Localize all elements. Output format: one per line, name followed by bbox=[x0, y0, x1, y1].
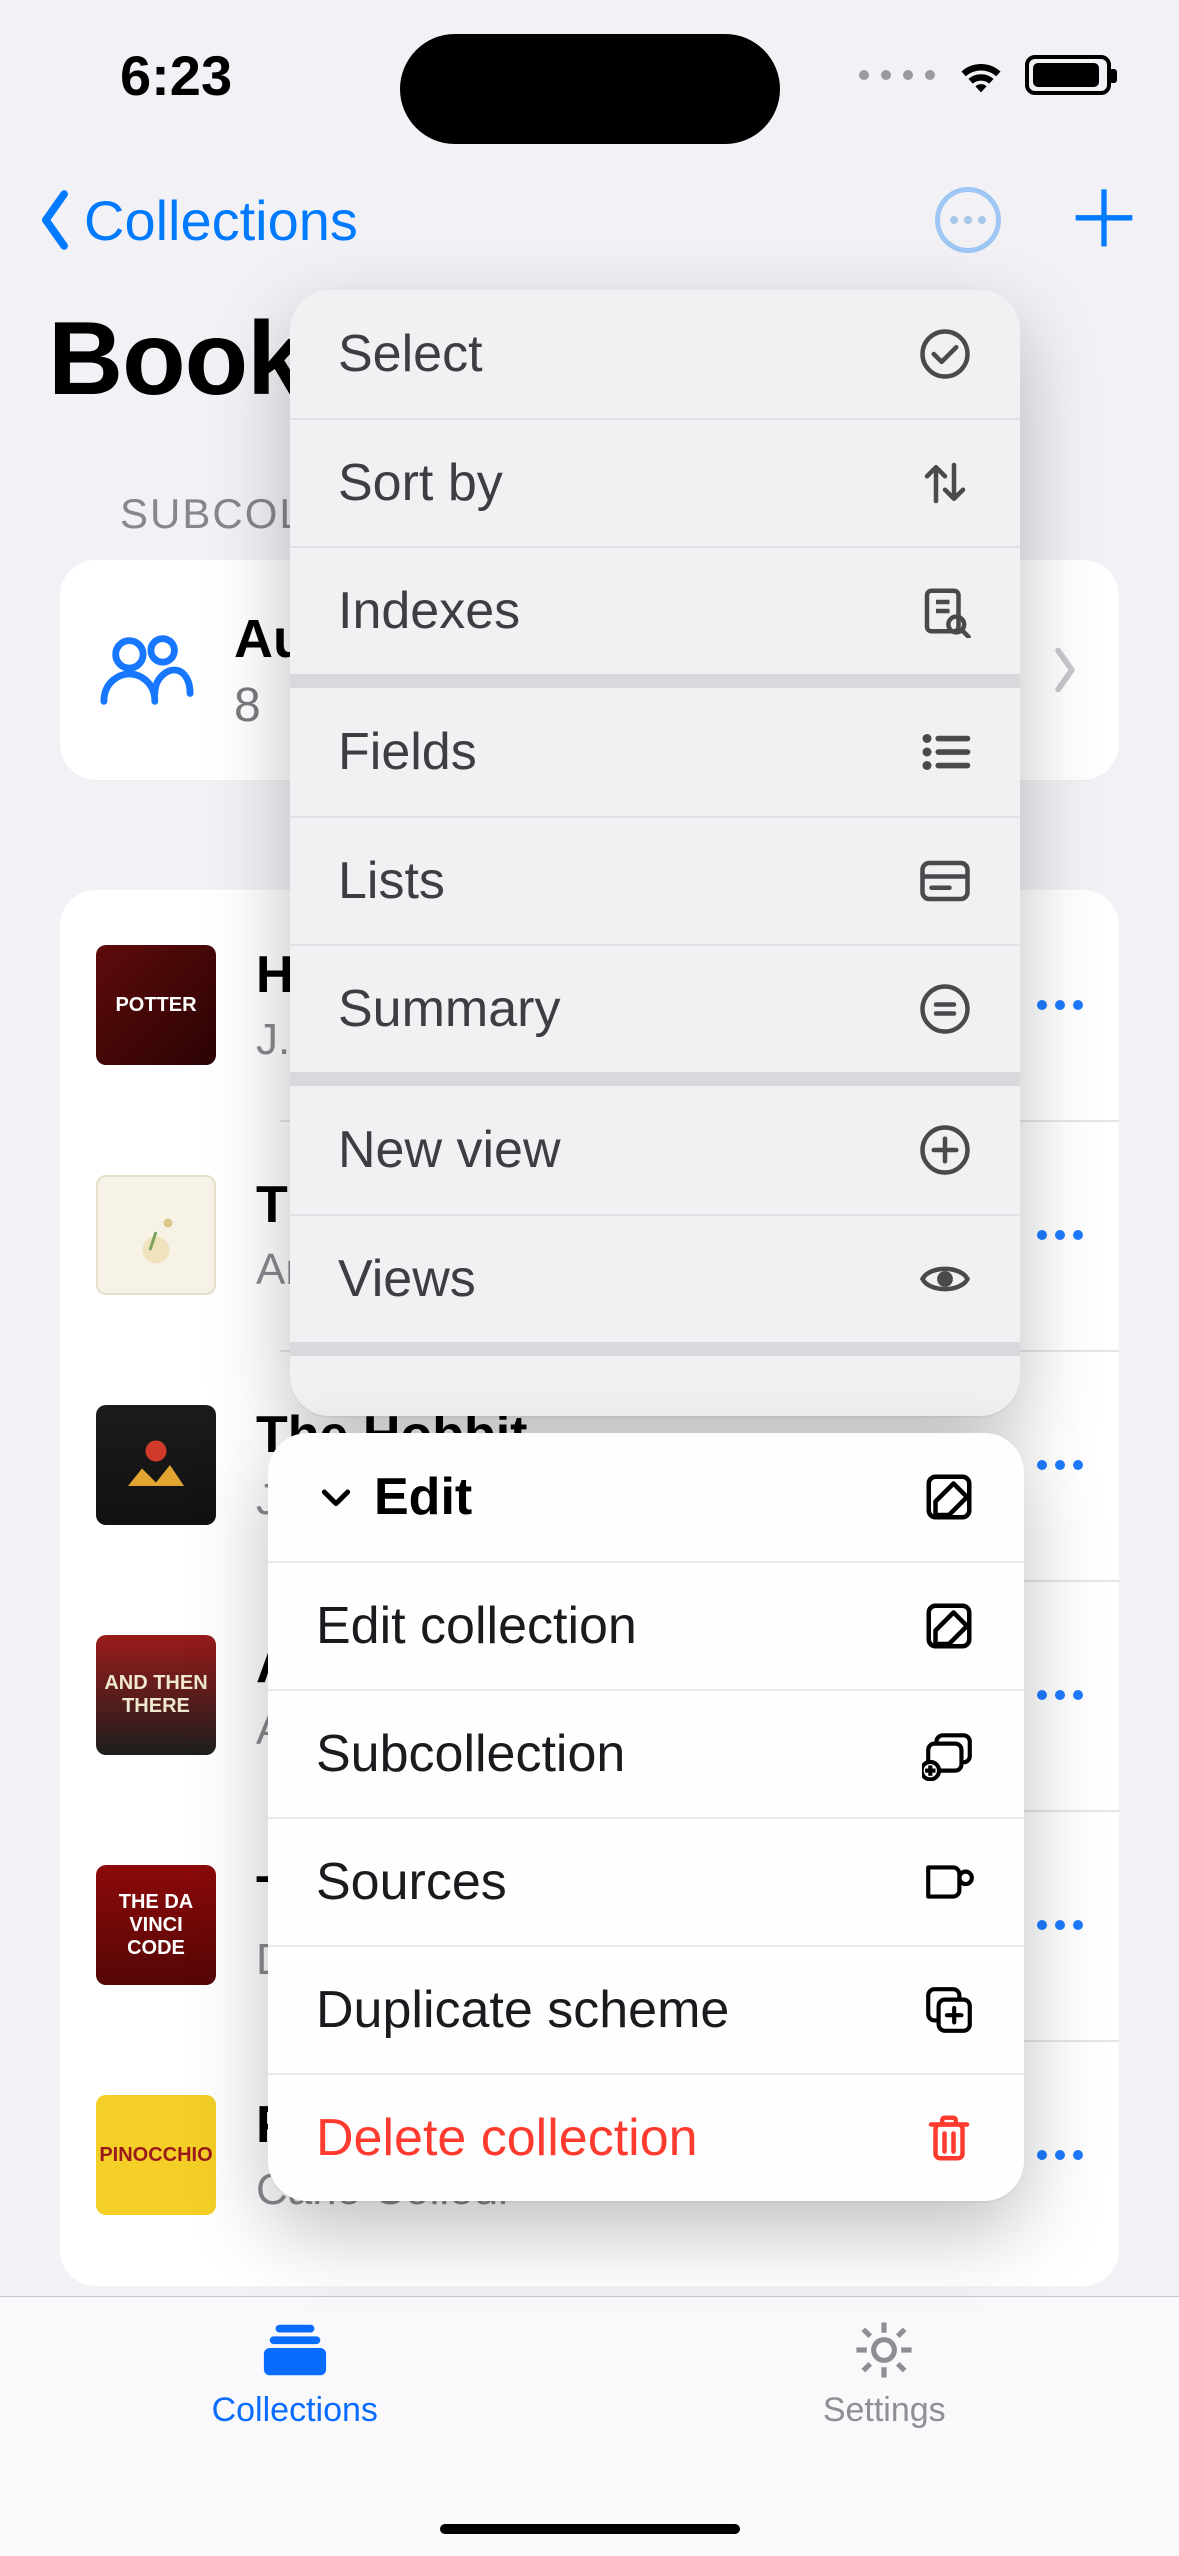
menu-item-lists[interactable]: Lists bbox=[290, 816, 1020, 944]
duplicate-plus-icon bbox=[922, 1983, 976, 2037]
puzzle-icon bbox=[922, 1855, 976, 1909]
menu-item-summary[interactable]: Summary bbox=[290, 944, 1020, 1072]
list-bullet-icon bbox=[918, 725, 972, 779]
edit-square-icon bbox=[922, 1470, 976, 1524]
edit-square-icon bbox=[922, 1599, 976, 1653]
context-menu-edit: Edit Edit collection Subcollection Sourc… bbox=[268, 1433, 1024, 2201]
doc-search-icon bbox=[918, 584, 972, 638]
menu-item-fields[interactable]: Fields bbox=[290, 688, 1020, 816]
check-circle-icon bbox=[918, 327, 972, 381]
trash-icon bbox=[922, 2111, 976, 2165]
chevron-down-icon bbox=[316, 1477, 356, 1517]
menu-item-duplicate-scheme[interactable]: Duplicate scheme bbox=[268, 1945, 1024, 2073]
sort-arrows-icon bbox=[918, 456, 972, 510]
menu-item-indexes[interactable]: Indexes bbox=[290, 546, 1020, 674]
menu-item-views[interactable]: Views bbox=[290, 1214, 1020, 1342]
menu-item-edit-collection[interactable]: Edit collection bbox=[268, 1561, 1024, 1689]
plus-circle-icon bbox=[918, 1123, 972, 1177]
card-list-icon bbox=[918, 854, 972, 908]
menu-item-peek[interactable] bbox=[290, 1356, 1020, 1416]
equals-circle-icon bbox=[918, 982, 972, 1036]
menu-item-delete-collection[interactable]: Delete collection bbox=[268, 2073, 1024, 2201]
menu-edit-header[interactable]: Edit bbox=[268, 1433, 1024, 1561]
menu-item-subcollection[interactable]: Subcollection bbox=[268, 1689, 1024, 1817]
menu-item-select[interactable]: Select bbox=[290, 290, 1020, 418]
stack-plus-icon bbox=[922, 1727, 976, 1781]
menu-item-new-view[interactable]: New view bbox=[290, 1086, 1020, 1214]
context-menu-view: Select Sort by Indexes Fields Lists Summ… bbox=[290, 290, 1020, 1416]
eye-icon bbox=[918, 1252, 972, 1306]
menu-item-sources[interactable]: Sources bbox=[268, 1817, 1024, 1945]
menu-item-sort[interactable]: Sort by bbox=[290, 418, 1020, 546]
